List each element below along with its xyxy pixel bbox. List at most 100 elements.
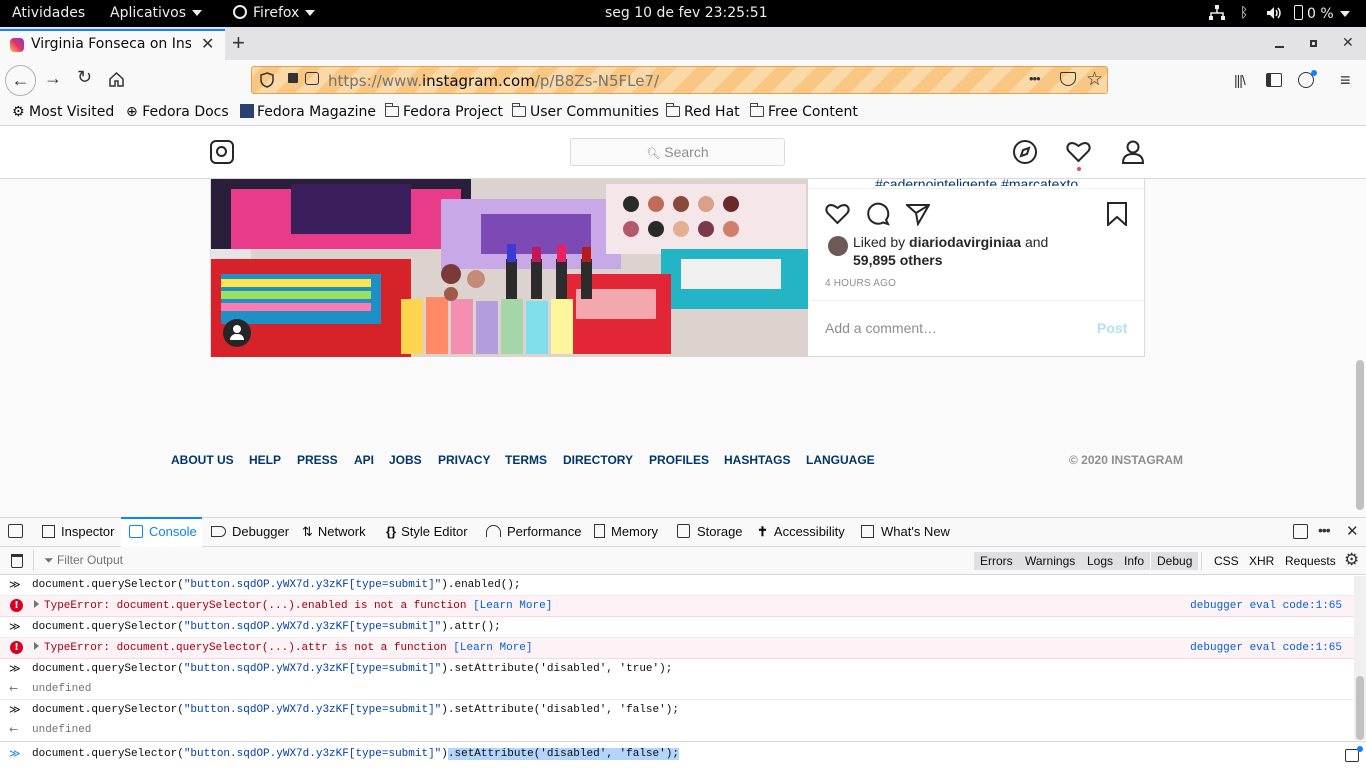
post-timestamp[interactable]: 4 HOURS AGO: [825, 278, 896, 289]
comment-button[interactable]: [866, 202, 890, 229]
bookmark-star-icon[interactable]: ☆: [1086, 68, 1103, 91]
footer-link-press[interactable]: PRESS: [297, 453, 338, 467]
footer-link-about-us[interactable]: ABOUT US: [171, 453, 234, 467]
footer-link-directory[interactable]: DIRECTORY: [563, 453, 633, 467]
lock-icon[interactable]: [288, 73, 298, 83]
console-error-row[interactable]: ! TypeError: document.querySelector(...)…: [0, 638, 1354, 659]
bookmark-free-content[interactable]: Free Content: [750, 103, 858, 120]
page-actions-icon[interactable]: •••: [1029, 71, 1041, 86]
console-scrollbar-thumb[interactable]: [1356, 676, 1364, 740]
tab-whats-new[interactable]: What's New: [861, 524, 950, 539]
bookmark-fedora-docs[interactable]: ⊕ Fedora Docs: [126, 104, 229, 120]
app-menu[interactable]: Firefox: [233, 5, 316, 21]
footer-link-hashtags[interactable]: HASHTAGS: [724, 453, 790, 467]
filter-errors-button[interactable]: Errors: [974, 552, 1019, 570]
console-input-line[interactable]: ≫ document.querySelector("button.sqdOP.y…: [0, 741, 1366, 768]
battery-indicator[interactable]: 0 %: [1294, 5, 1350, 22]
comment-input[interactable]: Add a comment…: [825, 320, 1075, 336]
clock[interactable]: seg 10 de fev 23:25:51: [605, 5, 768, 21]
footer-link-language[interactable]: LANGUAGE: [806, 453, 875, 467]
filter-requests-button[interactable]: Requests: [1285, 552, 1336, 570]
tab-memory[interactable]: Memory: [594, 524, 658, 539]
console-input-row[interactable]: ≫ document.querySelector("button.sqdOP.y…: [0, 575, 1354, 596]
liker-avatar[interactable]: [828, 236, 848, 256]
sidebar-icon[interactable]: [1266, 73, 1282, 87]
expand-triangle-icon[interactable]: [34, 642, 39, 650]
devtools-menu-icon[interactable]: •••: [1318, 522, 1331, 538]
footer-link-jobs[interactable]: JOBS: [389, 453, 422, 467]
console-error-row[interactable]: ! TypeError: document.querySelector(...)…: [0, 596, 1354, 617]
filter-warnings-button[interactable]: Warnings: [1019, 552, 1082, 570]
tab-instagram[interactable]: Virginia Fonseca on Insta ✕: [0, 29, 225, 60]
console-result-row[interactable]: ← undefined: [0, 720, 1354, 741]
post-comment-button[interactable]: Post: [1097, 320, 1127, 336]
tab-accessibility[interactable]: ✝ Accessibility: [757, 524, 845, 540]
explore-compass-icon[interactable]: [1013, 140, 1037, 167]
learn-more-link[interactable]: [Learn More]: [473, 600, 552, 612]
console-result-row[interactable]: ← undefined: [0, 679, 1354, 700]
maximize-window-icon[interactable]: [1310, 40, 1317, 47]
minimize-window-icon[interactable]: [1275, 46, 1284, 48]
tab-debugger[interactable]: Debugger: [211, 524, 289, 539]
bookmark-fedora-magazine[interactable]: Fedora Magazine: [240, 104, 376, 120]
bookmark-most-visited[interactable]: ⚙ Most Visited: [12, 104, 114, 120]
filter-xhr-button[interactable]: XHR: [1249, 552, 1274, 570]
activity-heart-icon[interactable]: [1066, 140, 1091, 167]
page-scrollbar-thumb[interactable]: [1356, 360, 1364, 510]
like-button[interactable]: [825, 202, 850, 229]
library-icon[interactable]: |||\: [1234, 72, 1246, 88]
tab-style-editor[interactable]: {} Style Editor: [386, 524, 468, 539]
likes-count-link[interactable]: 59,895 others: [853, 252, 943, 268]
forward-button[interactable]: →: [44, 68, 62, 89]
console-input-row[interactable]: ≫ document.querySelector("button.sqdOP.y…: [0, 659, 1354, 679]
network-icon[interactable]: [1208, 4, 1226, 26]
volume-icon[interactable]: [1265, 4, 1283, 26]
bluetooth-icon[interactable]: ᛒ: [1240, 5, 1248, 21]
url-bar[interactable]: https://www.instagram.com/p/B8Zs-N5FLe7/…: [251, 66, 1108, 94]
filter-output-input[interactable]: ⏷ Filter Output: [44, 553, 344, 568]
footer-link-help[interactable]: HELP: [249, 453, 281, 467]
element-picker-icon[interactable]: [8, 524, 23, 538]
home-button[interactable]: [108, 71, 125, 91]
liked-by-user-link[interactable]: diariodavirginiaa: [909, 234, 1021, 250]
console-input-code[interactable]: document.querySelector("button.sqdOP.yWX…: [32, 748, 679, 760]
tab-network[interactable]: ⇅ Network: [302, 524, 366, 540]
learn-more-link[interactable]: [Learn More]: [453, 642, 532, 654]
activities-button[interactable]: Atividades: [12, 5, 85, 21]
footer-link-profiles[interactable]: PROFILES: [649, 453, 709, 467]
clear-console-trash-icon[interactable]: [11, 554, 23, 568]
footer-link-privacy[interactable]: PRIVACY: [438, 453, 490, 467]
instagram-search-input[interactable]: 🔍︎ Search: [570, 138, 785, 166]
expand-triangle-icon[interactable]: [34, 600, 39, 608]
close-window-icon[interactable]: ✕: [1342, 34, 1354, 51]
save-button[interactable]: [1106, 202, 1128, 229]
dock-side-icon[interactable]: [1293, 524, 1308, 539]
footer-link-terms[interactable]: TERMS: [505, 453, 547, 467]
console-input-row[interactable]: ≫ document.querySelector("button.sqdOP.y…: [0, 617, 1354, 638]
console-settings-gear-icon[interactable]: ⚙: [1344, 550, 1359, 570]
console-input-row[interactable]: ≫ document.querySelector("button.sqdOP.y…: [0, 700, 1354, 720]
filter-css-button[interactable]: CSS: [1214, 552, 1239, 570]
tab-performance[interactable]: Performance: [486, 524, 581, 539]
tab-storage[interactable]: Storage: [677, 524, 743, 539]
tab-console[interactable]: Console: [129, 524, 197, 539]
post-photo[interactable]: [211, 179, 808, 357]
reload-button[interactable]: ↻: [77, 67, 92, 88]
bookmark-user-communities[interactable]: User Communities: [512, 103, 659, 120]
bookmark-red-hat[interactable]: Red Hat: [666, 103, 740, 120]
share-button[interactable]: [904, 202, 931, 229]
permissions-icon[interactable]: [305, 72, 319, 85]
back-button[interactable]: ←: [5, 65, 36, 96]
bookmark-fedora-project[interactable]: Fedora Project: [385, 103, 503, 120]
instagram-logo-icon[interactable]: [210, 140, 234, 164]
applications-menu[interactable]: Aplicativos: [110, 5, 203, 21]
error-location-link[interactable]: debugger eval code:1:65: [1190, 642, 1342, 654]
filter-debug-button[interactable]: Debug: [1151, 552, 1199, 570]
filter-logs-button[interactable]: Logs: [1081, 552, 1120, 570]
tracking-shield-icon[interactable]: [260, 72, 274, 91]
close-devtools-icon[interactable]: ✕: [1346, 522, 1359, 540]
profile-icon[interactable]: [1121, 140, 1145, 167]
menu-icon[interactable]: ≡: [1340, 70, 1351, 91]
error-location-link[interactable]: debugger eval code:1:65: [1190, 600, 1342, 612]
pocket-icon[interactable]: [1060, 72, 1076, 86]
